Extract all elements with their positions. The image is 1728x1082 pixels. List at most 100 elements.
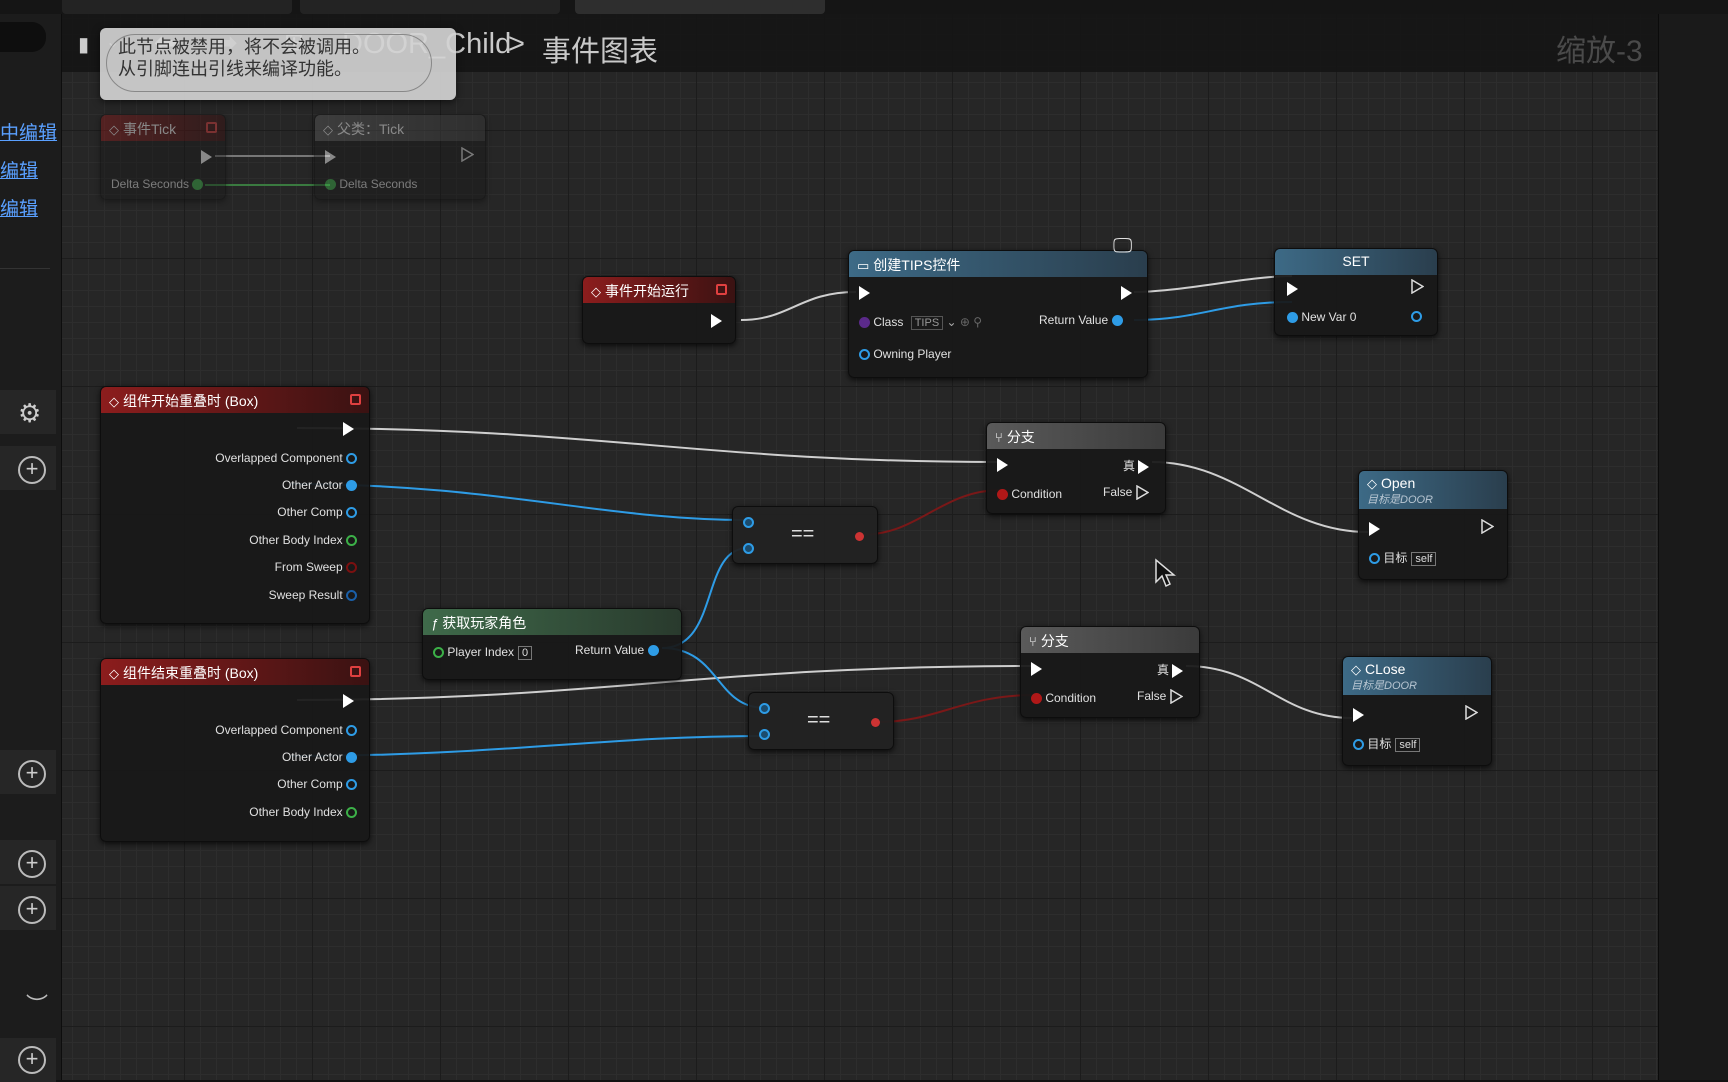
exec-out-pin[interactable]: [1121, 285, 1132, 300]
editor-tab[interactable]: [62, 0, 292, 14]
search-box[interactable]: [0, 22, 46, 52]
editor-tab[interactable]: [300, 0, 560, 14]
node-title: 分支: [1040, 633, 1069, 649]
add-icon[interactable]: +: [18, 1046, 46, 1074]
other-comp-pin[interactable]: Other Comp: [277, 505, 357, 519]
exec-in-pin[interactable]: [1353, 707, 1364, 722]
divider: [0, 268, 50, 269]
eye-closed-icon[interactable]: ︶: [26, 988, 48, 1020]
sweep-result-pin[interactable]: Sweep Result: [269, 588, 357, 602]
false-pin[interactable]: False: [1137, 689, 1183, 705]
delta-seconds-pin[interactable]: Delta Seconds: [325, 177, 417, 191]
set-variable-node[interactable]: SET New Var 0: [1274, 248, 1438, 336]
player-index-pin[interactable]: Player Index 0: [433, 645, 533, 660]
class-pin[interactable]: Class TIPS ⌄ ⊕ ⚲: [859, 315, 982, 330]
other-body-index-pin[interactable]: Other Body Index: [249, 805, 357, 819]
parent-tick-node[interactable]: ◇ 父类：Tick Delta Seconds: [314, 114, 486, 200]
owning-player-pin[interactable]: Owning Player: [859, 347, 951, 361]
add-icon[interactable]: +: [18, 850, 46, 878]
gear-icon[interactable]: ⚙: [18, 398, 41, 429]
b-pin[interactable]: [743, 541, 754, 555]
exec-wire: [1151, 461, 1369, 533]
begin-play-node[interactable]: ◇ 事件开始运行: [582, 276, 736, 344]
exec-out-pin[interactable]: [1411, 279, 1424, 295]
exec-in-pin[interactable]: [325, 149, 336, 164]
search-icon[interactable]: ⚲: [970, 315, 982, 329]
true-pin[interactable]: 真: [1157, 661, 1184, 678]
false-pin[interactable]: False: [1103, 485, 1149, 501]
other-comp-pin[interactable]: Other Comp: [277, 777, 357, 791]
new-var-pin[interactable]: New Var 0: [1287, 310, 1356, 324]
overlapped-component-pin[interactable]: Overlapped Component: [215, 451, 357, 465]
exec-in-pin[interactable]: [1287, 281, 1298, 296]
editor-tab-active[interactable]: [575, 0, 825, 14]
from-sweep-pin[interactable]: From Sweep: [275, 560, 357, 574]
event-delegate-pin[interactable]: [206, 122, 217, 133]
add-icon[interactable]: +: [18, 760, 46, 788]
pin-label: Other Actor: [281, 478, 343, 492]
window-tab-strip: [0, 0, 1728, 14]
exec-in-pin[interactable]: [997, 457, 1008, 472]
condition-pin[interactable]: Condition: [997, 487, 1062, 501]
a-pin[interactable]: [743, 515, 754, 529]
add-icon[interactable]: +: [18, 456, 46, 484]
exec-out-pin[interactable]: [343, 693, 354, 708]
exec-in-pin[interactable]: [1031, 661, 1042, 676]
breadcrumb-graph[interactable]: 事件图表: [542, 28, 658, 70]
delta-seconds-pin[interactable]: Delta Seconds: [111, 177, 204, 191]
close-function-node[interactable]: ◇ CLose 目标是DOOR 目标 self: [1342, 656, 1492, 766]
bookmark-icon[interactable]: ▮: [78, 32, 89, 57]
exec-out-pin[interactable]: [461, 147, 474, 163]
add-icon[interactable]: +: [18, 896, 46, 924]
event-delegate-pin[interactable]: [350, 666, 361, 677]
equal-node-2[interactable]: ==: [748, 692, 894, 750]
event-delegate-pin[interactable]: [350, 394, 361, 405]
chevron-down-icon: ⌄: [943, 315, 957, 329]
graph-canvas[interactable]: ◇ 事件Tick Delta Seconds ◇ 父类：Tick Delta Sec…: [62, 14, 1658, 1080]
exec-in-pin[interactable]: [859, 285, 870, 300]
edit-link[interactable]: 中编辑: [0, 118, 57, 145]
condition-pin[interactable]: Condition: [1031, 691, 1096, 705]
overlapped-component-pin[interactable]: Overlapped Component: [215, 723, 357, 737]
result-pin[interactable]: [871, 715, 880, 729]
equal-node-1[interactable]: ==: [732, 506, 878, 564]
pin-label: 目标: [1367, 737, 1392, 751]
create-widget-node[interactable]: ▭ 创建TIPS控件 🖵 Class TIPS ⌄ ⊕ ⚲ Return Valu…: [848, 235, 1148, 378]
exec-in-pin[interactable]: [1369, 521, 1380, 536]
exec-out-pin[interactable]: [343, 421, 354, 436]
edit-link[interactable]: 编辑: [0, 156, 38, 183]
other-actor-pin[interactable]: Other Actor: [282, 478, 357, 492]
target-pin[interactable]: 目标 self: [1353, 735, 1421, 752]
begin-overlap-node[interactable]: ◇ 组件开始重叠时 (Box) Overlapped Component Othe…: [100, 386, 370, 624]
event-delegate-pin[interactable]: [716, 284, 727, 295]
other-body-index-pin[interactable]: Other Body Index: [249, 533, 357, 547]
return-value-pin[interactable]: Return Value: [1039, 313, 1123, 327]
exec-out-pin[interactable]: [711, 313, 722, 328]
branch-node-2[interactable]: ⑂ 分支 真 Condition False: [1020, 626, 1200, 718]
exec-out-pin[interactable]: [1465, 705, 1478, 721]
event-tick-node[interactable]: ◇ 事件Tick Delta Seconds: [100, 114, 226, 200]
node-subtitle: 目标是DOOR: [1351, 680, 1417, 692]
a-pin[interactable]: [759, 701, 770, 715]
target-pin[interactable]: 目标 self: [1369, 549, 1437, 566]
other-actor-pin[interactable]: Other Actor: [282, 750, 357, 764]
browse-icon[interactable]: ⊕: [957, 315, 970, 329]
true-pin[interactable]: 真: [1123, 457, 1150, 474]
pin-label: False: [1103, 485, 1133, 499]
return-value-pin[interactable]: Return Value: [575, 643, 659, 657]
exec-out-pin[interactable]: [1481, 519, 1494, 535]
result-pin[interactable]: [855, 529, 864, 543]
b-pin[interactable]: [759, 727, 770, 741]
operator-label: ==: [807, 709, 831, 731]
class-dropdown[interactable]: TIPS: [910, 316, 944, 330]
exec-out-pin[interactable]: [201, 149, 212, 164]
var-out-pin[interactable]: [1411, 309, 1422, 323]
branch-node-1[interactable]: ⑂ 分支 真 Condition False: [986, 422, 1166, 514]
get-player-character-node[interactable]: ƒ 获取玩家角色 Player Index 0 Return Value: [422, 608, 682, 680]
exec-wire: [296, 427, 1001, 463]
player-index-input[interactable]: 0: [518, 646, 533, 660]
pin-label: Other Body Index: [249, 805, 343, 819]
end-overlap-node[interactable]: ◇ 组件结束重叠时 (Box) Overlapped Component Othe…: [100, 658, 370, 842]
edit-link[interactable]: 编辑: [0, 194, 38, 221]
open-function-node[interactable]: ◇ Open 目标是DOOR 目标 self: [1358, 470, 1508, 580]
